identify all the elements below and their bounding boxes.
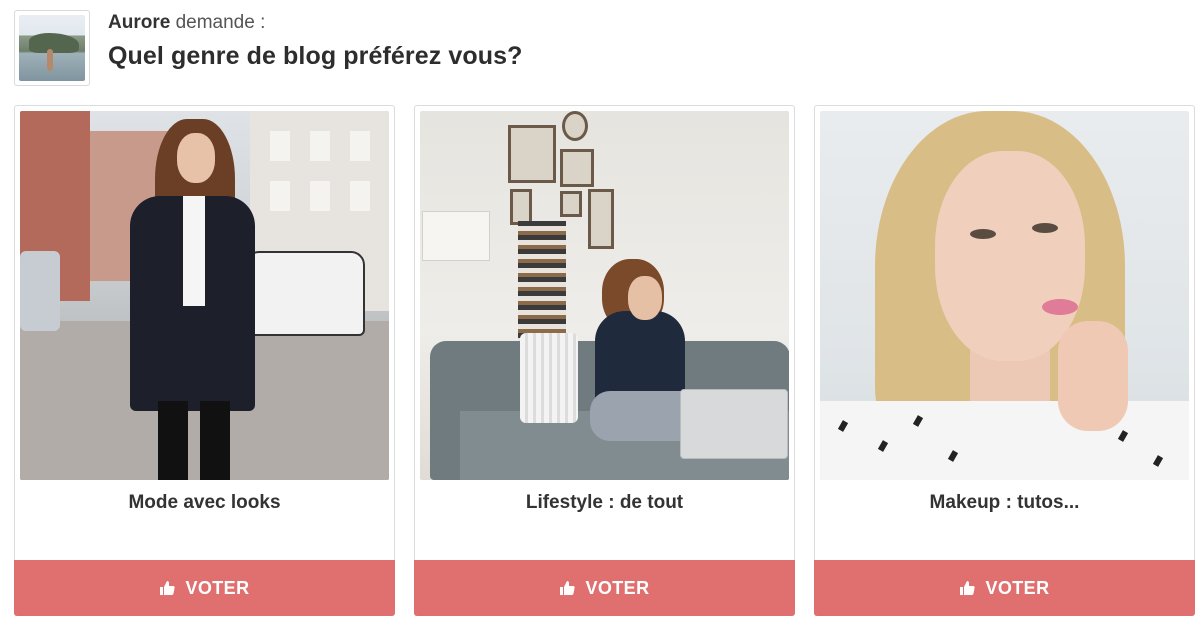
vote-label: VOTER — [185, 577, 250, 598]
poll-option-card: Mode avec looks VOTER — [14, 105, 395, 616]
vote-button[interactable]: VOTER — [814, 560, 1195, 616]
option-photo-fashion[interactable] — [20, 111, 389, 480]
thumbs-up-icon — [960, 581, 976, 595]
option-label: Makeup : tutos... — [929, 492, 1080, 513]
avatar-photo — [19, 15, 85, 81]
thumbs-up-icon — [160, 581, 176, 595]
vote-label: VOTER — [985, 577, 1050, 598]
option-photo-makeup[interactable] — [820, 111, 1189, 480]
option-label: Mode avec looks — [128, 492, 281, 513]
asker-avatar[interactable] — [14, 10, 90, 86]
vote-button[interactable]: VOTER — [414, 560, 795, 616]
option-photo-lifestyle[interactable] — [420, 111, 789, 480]
vote-button[interactable]: VOTER — [14, 560, 395, 616]
asker-name[interactable]: Aurore — [108, 12, 170, 33]
asker-line: Aurore demande : — [108, 12, 265, 34]
poll-option-card: Lifestyle : de tout VOTER — [414, 105, 795, 616]
asker-verb: demande : — [175, 12, 266, 33]
poll-option-card: Makeup : tutos... VOTER — [814, 105, 1195, 616]
poll-header: Aurore demande : Quel genre de blog préf… — [14, 10, 1186, 86]
option-label: Lifestyle : de tout — [525, 492, 684, 513]
poll-question: Quel genre de blog préférez vous? — [108, 42, 523, 70]
vote-label: VOTER — [585, 577, 650, 598]
thumbs-up-icon — [560, 581, 576, 595]
